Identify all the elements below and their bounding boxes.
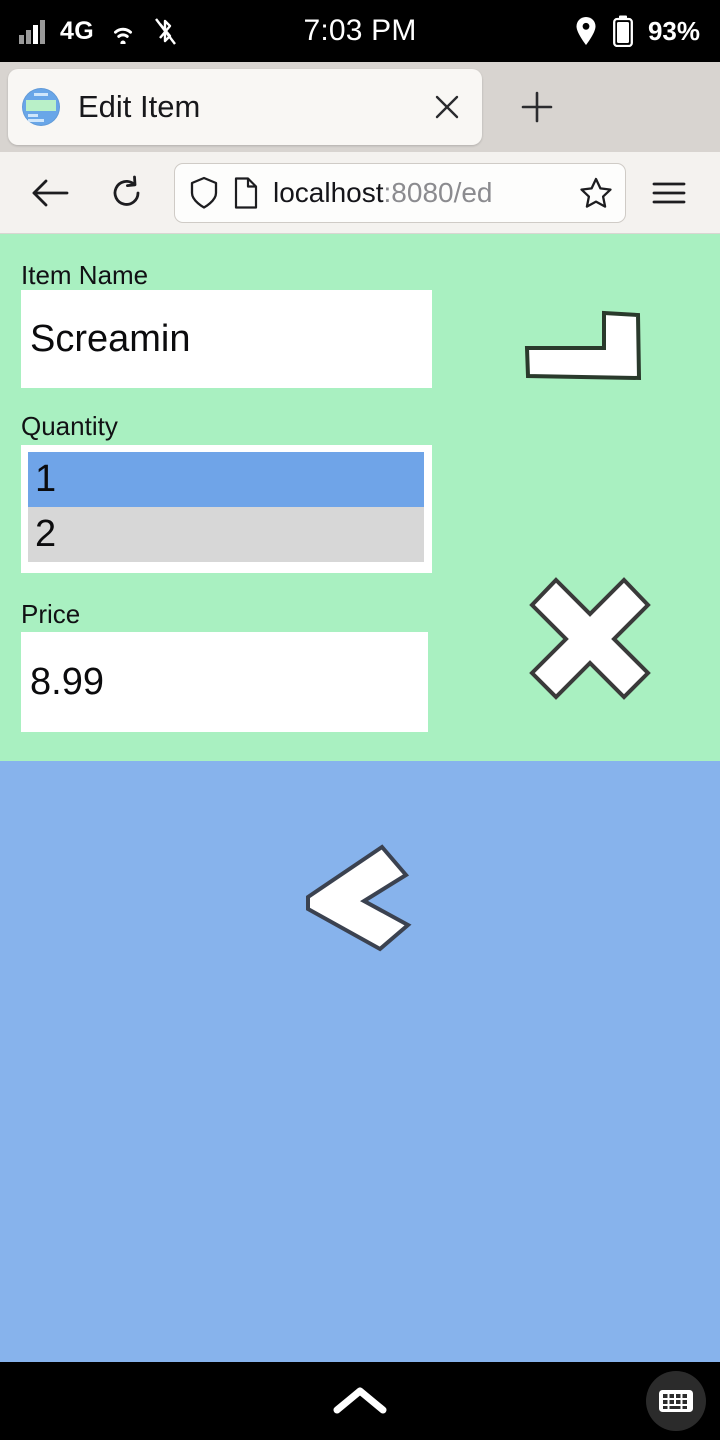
hamburger-menu-icon[interactable] [638,162,700,224]
cross-shape [520,568,660,708]
chevron-up-icon[interactable] [331,1384,389,1418]
shield-icon[interactable] [189,176,219,210]
wifi-icon [108,18,138,44]
star-icon[interactable] [579,176,613,210]
status-bar-right-group: 93% [574,15,720,47]
browser-tab-strip: Edit Item [0,62,720,152]
quantity-option-1[interactable]: 1 [28,452,424,507]
tab-title-label: Edit Item [78,89,201,124]
item-name-input[interactable]: Screamin [21,290,432,388]
battery-percent-label: 93% [647,15,700,46]
url-address-bar[interactable]: localhost:8080/ed [174,162,626,223]
location-pin-icon [574,16,598,46]
browser-tab-edit-item[interactable]: Edit Item [8,69,482,145]
new-tab-button[interactable] [500,70,574,144]
reload-button[interactable] [96,162,158,224]
price-label: Price [21,599,81,629]
web-page-viewport: Item Name Screamin Quantity 1 2 Price 8.… [0,234,720,1362]
system-navigation-bar [0,1362,720,1440]
url-path: :8080/ed [383,176,493,208]
tab-close-icon[interactable] [418,78,476,136]
status-bar: 4G 7:03 PM 93% [0,0,720,62]
battery-icon [612,15,634,47]
quantity-label: Quantity [21,411,118,441]
url-text: localhost:8080/ed [273,177,493,209]
url-truncation-fade [541,172,575,213]
url-text-container[interactable]: localhost:8080/ed [273,172,575,213]
bluetooth-off-icon [152,16,178,46]
network-type-label: 4G [60,16,94,45]
quantity-option-2[interactable]: 2 [28,507,424,562]
item-name-label: Item Name [21,260,149,290]
page-document-icon[interactable] [233,176,259,209]
tab-favicon-icon [22,88,60,126]
url-host: localhost [273,176,384,208]
keyboard-icon[interactable] [646,1371,706,1431]
phone-screen: 4G 7:03 PM 93% Edit Item localhost:8080/… [0,0,720,1440]
back-button[interactable] [20,162,82,224]
left-chevron-shape [298,839,418,954]
edit-item-form: Item Name Screamin Quantity 1 2 Price 8.… [0,234,720,761]
quantity-select-dropdown[interactable]: 1 2 [21,445,432,573]
signal-bars-icon [18,17,46,45]
browser-toolbar: localhost:8080/ed [0,152,720,234]
l-block-shape [520,306,648,396]
price-input[interactable]: 8.99 [21,632,428,732]
status-bar-left-group: 4G [0,16,178,46]
